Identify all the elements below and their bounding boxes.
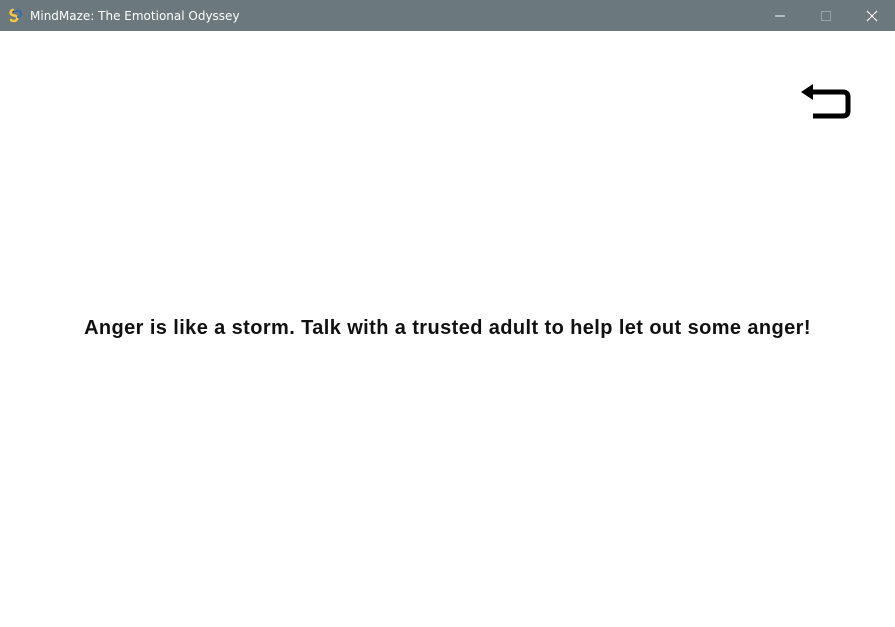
window-title: MindMaze: The Emotional Odyssey (30, 8, 240, 23)
emotion-message: Anger is like a storm. Talk with a trust… (84, 317, 811, 339)
return-arrow-icon (801, 84, 851, 119)
maximize-button[interactable] (803, 0, 849, 31)
minimize-icon (775, 15, 785, 16)
game-screen: Anger is like a storm. Talk with a trust… (0, 31, 895, 627)
title-bar[interactable]: MindMaze: The Emotional Odyssey (0, 0, 895, 31)
close-icon (866, 10, 878, 21)
back-button[interactable] (799, 82, 853, 122)
maximize-icon (821, 10, 831, 21)
minimize-button[interactable] (757, 0, 803, 31)
game-window: MindMaze: The Emotional Odyssey Anger is… (0, 0, 895, 627)
app-icon (8, 8, 24, 24)
window-controls (757, 0, 895, 31)
close-button[interactable] (849, 0, 895, 31)
